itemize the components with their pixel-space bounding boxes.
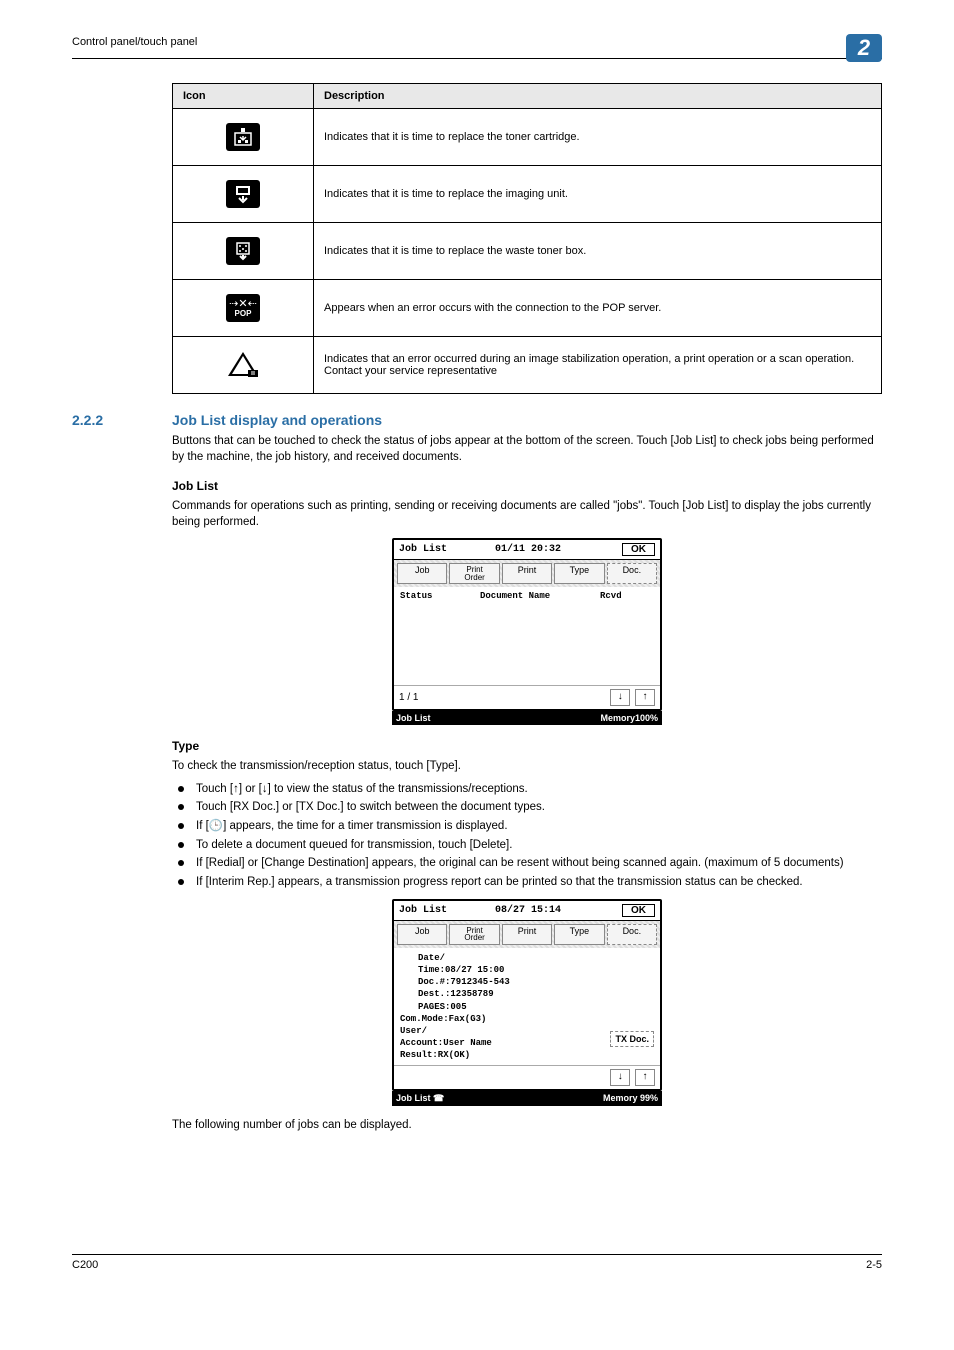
screen-datetime: 01/11 20:32 [495,544,561,555]
table-cell-description: Indicates that it is time to replace the… [314,109,882,166]
list-item: Touch [↑] or [↓] to view the status of t… [172,781,882,798]
tab-job[interactable]: Job [397,563,447,584]
tab-print-order[interactable]: Print Order [449,563,499,584]
detail-datetime: Date/ Time:08/27 15:00 [400,952,654,976]
section-title: Job List display and operations [172,412,382,428]
table-row: Indicates that it is time to replace the… [173,223,882,280]
status-bar-memory: Memory100% [600,713,658,723]
tab-print[interactable]: Print [502,563,552,584]
job-list-screenshot-1: Job List 01/11 20:32 OK Job Print Order … [392,538,662,725]
waste-toner-icon [226,237,260,265]
footer-model: C200 [72,1259,98,1271]
tab-print-order[interactable]: Print Order [449,924,499,945]
tab-print[interactable]: Print [502,924,552,945]
list-item: To delete a document queued for transmis… [172,837,882,854]
arrow-down-button[interactable]: ↓ [610,689,630,706]
screen-datetime: 08/27 15:14 [495,905,561,916]
job-list-text: Commands for operations such as printing… [172,499,882,530]
detail-pages: PAGES:005 [400,1001,654,1013]
tab-type[interactable]: Type [554,563,604,584]
service-error-icon [226,350,260,378]
col-status: Status [400,591,480,601]
table-header-description: Description [314,84,882,109]
screen-title: Job List [399,905,447,916]
tx-doc-button[interactable]: TX Doc. [610,1031,654,1047]
section-intro-text: Buttons that can be touched to check the… [172,434,882,465]
ok-button[interactable]: OK [622,904,655,917]
table-row: Indicates that it is time to replace the… [173,166,882,223]
col-rcvd: Rcvd [600,591,622,601]
type-heading: Type [172,739,882,753]
tab-doc[interactable]: Doc. [607,924,657,945]
icon-description-table: Icon Description Indicates that it is ti… [172,83,882,394]
detail-destination: Dest.:12358789 [400,988,654,1000]
arrow-down-button[interactable]: ↓ [610,1069,630,1086]
status-bar-joblist: Job List ☎ [396,1093,444,1104]
arrow-up-button[interactable]: ↑ [635,689,655,706]
table-row: ⇢✕⇠POP Appears when an error occurs with… [173,280,882,337]
table-cell-description: Appears when an error occurs with the co… [314,280,882,337]
pop-error-icon: ⇢✕⇠POP [226,294,260,322]
tab-job[interactable]: Job [397,924,447,945]
footer-page-number: 2-5 [866,1259,882,1271]
table-row: Indicates that an error occurred during … [173,337,882,394]
tab-doc[interactable]: Doc. [607,563,657,584]
imaging-unit-icon [226,180,260,208]
running-head-text: Control panel/touch panel [72,36,197,48]
status-bar-memory: Memory 99% [603,1093,658,1104]
table-cell-description: Indicates that an error occurred during … [314,337,882,394]
detail-com-mode: Com.Mode:Fax(G3) [400,1013,654,1025]
arrow-up-button[interactable]: ↑ [635,1069,655,1086]
trailing-text: The following number of jobs can be disp… [172,1118,882,1134]
table-row: Indicates that it is time to replace the… [173,109,882,166]
list-item: If [Redial] or [Change Destination] appe… [172,855,882,872]
type-lead-text: To check the transmission/reception stat… [172,759,882,775]
type-bullet-list: Touch [↑] or [↓] to view the status of t… [172,781,882,891]
table-cell-description: Indicates that it is time to replace the… [314,223,882,280]
section-number: 2.2.2 [72,412,172,428]
table-header-icon: Icon [173,84,314,109]
chapter-number-badge: 2 [846,34,882,62]
job-list-screenshot-2: Job List 08/27 15:14 OK Job Print Order … [392,899,662,1106]
pager-text: 1 / 1 [399,692,418,703]
detail-result: Result:RX(OK) [400,1049,654,1061]
job-list-heading: Job List [172,479,882,493]
detail-doc-number: Doc.#:7912345-543 [400,976,654,988]
ok-button[interactable]: OK [622,543,655,556]
status-bar-joblist: Job List [396,713,431,723]
col-document-name: Document Name [480,591,600,601]
toner-cartridge-icon [226,123,260,151]
screen-title: Job List [399,544,447,555]
list-item: If [🕒] appears, the time for a timer tra… [172,818,882,835]
list-item: Touch [RX Doc.] or [TX Doc.] to switch b… [172,799,882,816]
tab-type[interactable]: Type [554,924,604,945]
table-cell-description: Indicates that it is time to replace the… [314,166,882,223]
list-item: If [Interim Rep.] appears, a transmissio… [172,874,882,891]
